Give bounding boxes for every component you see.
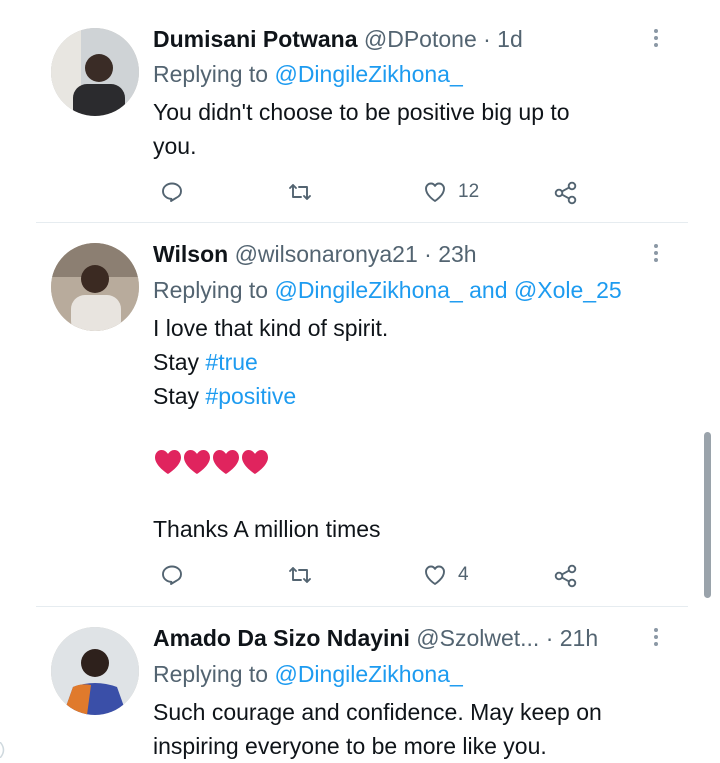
reply-icon	[162, 565, 182, 585]
avatar[interactable]	[51, 243, 139, 331]
avatar[interactable]	[51, 28, 139, 116]
like-button[interactable]: 12	[422, 180, 479, 204]
retweet-button[interactable]	[287, 563, 313, 587]
hashtag-link[interactable]: #positive	[205, 383, 296, 409]
mention-link[interactable]: @Xole_25	[514, 277, 622, 303]
timestamp[interactable]: · 1d	[483, 26, 523, 52]
text-line: Thanks A million times	[153, 516, 381, 542]
author-handle[interactable]: @Szolwet...	[416, 625, 539, 651]
mention-link[interactable]: @DingileZikhona_	[274, 277, 462, 303]
like-count: 12	[458, 181, 480, 202]
scrollbar[interactable]	[704, 432, 711, 598]
tweet-text: Such courage and confidence. May keep on…	[153, 695, 602, 763]
author-name[interactable]: Amado Da Sizo Ndayini	[153, 625, 410, 651]
like-button[interactable]: 4	[422, 563, 469, 587]
avatar-photo	[51, 28, 139, 116]
text-prefix: Stay	[153, 383, 200, 409]
avatar-photo	[51, 243, 139, 331]
more-icon[interactable]	[647, 624, 665, 652]
heart-icon	[425, 565, 445, 585]
text-line: inspiring everyone to be more like you.	[153, 733, 547, 759]
author-handle[interactable]: @wilsonaronya21	[235, 241, 418, 267]
share-button[interactable]	[553, 563, 579, 589]
retweet-icon	[289, 184, 311, 200]
replying-to: Replying to @DingileZikhona_ and @Xole_2…	[153, 276, 622, 304]
author-handle[interactable]: @DPotone	[364, 26, 477, 52]
tweet-text: I love that kind of spirit. Stay #true S…	[153, 311, 388, 413]
share-button[interactable]	[553, 180, 579, 206]
timestamp[interactable]: · 21h	[546, 625, 598, 651]
more-icon[interactable]	[647, 25, 665, 53]
heart-emojis-text: ❤❤❤❤	[153, 447, 156, 448]
avatar[interactable]	[51, 627, 139, 715]
tweet-header: Amado Da Sizo Ndayini @Szolwet... · 21h	[153, 624, 598, 652]
corner-arc	[0, 742, 5, 758]
text-line: I love that kind of spirit.	[153, 315, 389, 341]
heart-icon	[425, 182, 445, 202]
like-count: 4	[458, 564, 469, 585]
share-icon	[554, 181, 577, 205]
tweet-text-closing: Thanks A million times	[153, 512, 381, 546]
reply-icon	[162, 182, 182, 202]
author-name[interactable]: Wilson	[153, 241, 228, 267]
tweet-header: Wilson @wilsonaronya21 · 23h	[153, 240, 477, 268]
mention-link[interactable]: @DingileZikhona_	[274, 661, 462, 687]
avatar-photo	[51, 627, 139, 715]
retweet-button[interactable]	[287, 180, 313, 204]
heart-emojis-art	[155, 450, 268, 474]
tweet-wilson[interactable]: Wilson @wilsonaronya21 · 23h Replying to…	[0, 223, 690, 605]
replying-prefix: Replying to	[153, 661, 269, 687]
replying-prefix: Replying to	[153, 277, 269, 303]
text-line: you.	[153, 133, 197, 159]
retweet-icon	[289, 567, 311, 583]
tweet-amado[interactable]: Amado Da Sizo Ndayini @Szolwet... · 21h …	[0, 607, 690, 759]
replying-to: Replying to @DingileZikhona_	[153, 660, 463, 688]
text-line: Such courage and confidence. May keep on	[153, 699, 602, 725]
replying-and[interactable]: and	[469, 277, 507, 303]
reply-button[interactable]	[160, 563, 184, 587]
reply-button[interactable]	[160, 180, 184, 204]
more-icon[interactable]	[647, 240, 665, 268]
share-icon	[554, 564, 577, 588]
mention-link[interactable]: @DingileZikhona_	[274, 61, 462, 87]
replying-to: Replying to @DingileZikhona_	[153, 60, 463, 88]
text-prefix: Stay	[153, 349, 200, 375]
hashtag-link[interactable]: #true	[205, 349, 257, 375]
tweet-text: You didn't choose to be positive big up …	[153, 95, 570, 163]
tweet-header: Dumisani Potwana @DPotone · 1d	[153, 25, 523, 53]
tweet-dumisani[interactable]: Dumisani Potwana @DPotone · 1d Replying …	[0, 0, 690, 220]
timestamp[interactable]: · 23h	[424, 241, 476, 267]
author-name[interactable]: Dumisani Potwana	[153, 26, 357, 52]
heart-emojis: ❤❤❤❤	[153, 447, 273, 477]
text-line: You didn't choose to be positive big up …	[153, 99, 570, 125]
replying-prefix: Replying to	[153, 61, 269, 87]
